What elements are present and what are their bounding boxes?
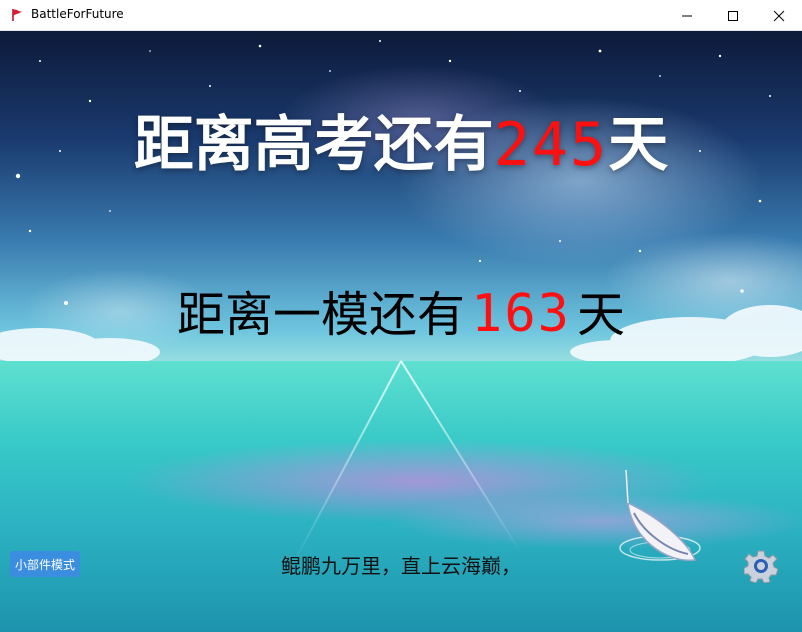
gaokao-countdown-prefix: 距离高考还有 — [133, 110, 494, 180]
maximize-icon — [728, 10, 738, 21]
minimize-icon — [682, 15, 692, 16]
app-flag-icon — [12, 9, 22, 21]
close-icon — [773, 10, 785, 21]
widget-mode-button[interactable]: 小部件模式 — [10, 551, 80, 577]
close-button[interactable] — [756, 0, 802, 31]
mock-exam-countdown-suffix: 天 — [576, 287, 625, 343]
motto-text: 鲲鹏九万里，直上云海巅， — [281, 554, 521, 578]
mock-exam-countdown-prefix: 距离一模还有 — [177, 287, 466, 343]
gaokao-countdown: 距离高考还有245天 — [0, 96, 802, 183]
mock-exam-countdown: 距离一模还有 163 天 — [0, 275, 802, 345]
gaokao-days-value: 245 — [493, 110, 609, 180]
gaokao-countdown-suffix: 天 — [608, 110, 669, 180]
mock-exam-days-value: 163 — [471, 284, 571, 344]
minimize-button[interactable] — [664, 0, 710, 31]
window-title: BattleForFuture — [31, 7, 124, 21]
title-bar[interactable]: BattleForFuture — [0, 0, 802, 31]
gear-icon[interactable] — [744, 549, 778, 583]
app-window: BattleForFuture 距离高考还有245天 距离一模还有 163 天 … — [0, 0, 802, 632]
maximize-button[interactable] — [710, 0, 756, 31]
